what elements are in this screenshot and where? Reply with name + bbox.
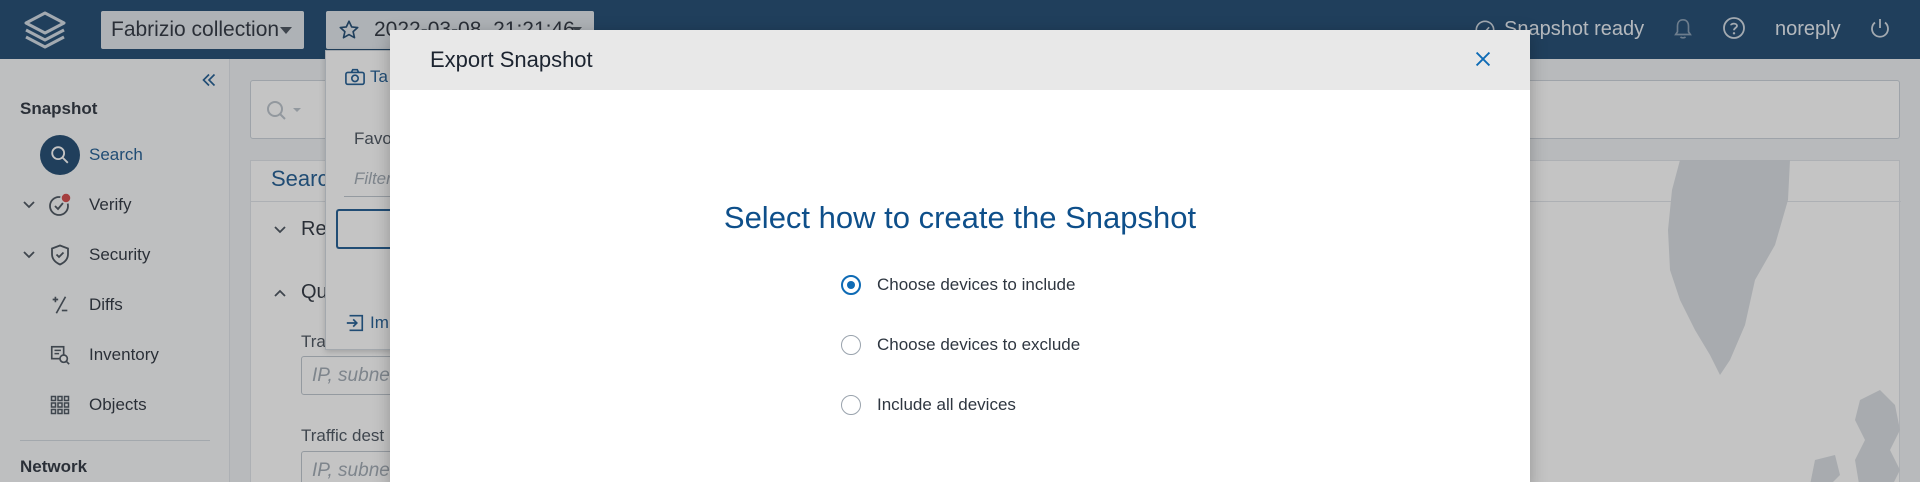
dialog-title: Export Snapshot [430,47,593,72]
option-label: Choose devices to exclude [877,335,1081,354]
option-label: Choose devices to include [877,275,1076,294]
option-all-devices[interactable]: Include all devices [841,395,1016,415]
radio-button[interactable] [841,395,861,415]
radio-button[interactable] [841,275,861,295]
option-include-devices[interactable]: Choose devices to include [841,275,1075,295]
radio-button[interactable] [841,335,861,355]
option-label: Include all devices [877,395,1016,414]
dialog-heading: Select how to create the Snapshot [723,200,1197,235]
export-snapshot-dialog: Export Snapshot Select how to create the… [390,30,1530,482]
option-exclude-devices[interactable]: Choose devices to exclude [841,335,1080,355]
dialog-header: Export Snapshot [390,30,1530,90]
close-icon[interactable] [1472,48,1494,70]
